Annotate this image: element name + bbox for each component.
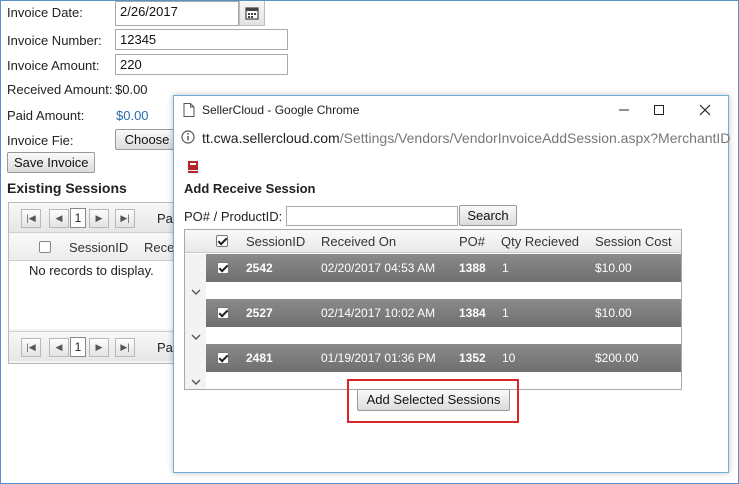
next-page-button[interactable]: ▶ (89, 209, 109, 228)
invoice-amount-input[interactable]: 220 (115, 54, 288, 75)
existing-grid-header: SessionID Recei (9, 233, 181, 261)
table-row[interactable]: 2481 01/19/2017 01:36 PM 1352 10 $200.00 (185, 344, 681, 389)
page-logo-icon (187, 160, 199, 174)
cell-session-id: 2542 (246, 261, 273, 275)
minimize-icon (619, 109, 629, 111)
invoice-date-input[interactable]: 2/26/2017 (115, 1, 239, 26)
expand-row-button[interactable] (185, 299, 206, 344)
last-page-button[interactable]: ▶| (115, 338, 135, 357)
row-checkbox[interactable] (217, 307, 229, 319)
select-all-checkbox[interactable] (39, 241, 51, 253)
page-number[interactable]: 1 (70, 337, 86, 357)
invoice-date-label: Invoice Date: (7, 5, 83, 20)
col-received-on[interactable]: Received On (321, 234, 396, 249)
paid-amount-value: $0.00 (116, 108, 149, 123)
address-bar[interactable]: tt.cwa.sellercloud.com/Settings/Vendors/… (174, 126, 730, 148)
cell-cost: $10.00 (595, 306, 632, 320)
page-label: Pa (157, 340, 173, 355)
top-pager: |◀ ◀ 1 ▶ ▶| Pa (9, 203, 181, 233)
col-po[interactable]: PO# (459, 234, 485, 249)
last-page-button[interactable]: ▶| (115, 209, 135, 228)
no-records-text: No records to display. (29, 263, 154, 278)
cell-session-id: 2481 (246, 351, 273, 365)
popup-titlebar[interactable]: SellerCloud - Google Chrome (174, 96, 728, 124)
col-qty-received[interactable]: Qty Recieved (501, 234, 579, 249)
calendar-button[interactable] (239, 0, 265, 26)
page-label: Pa (157, 211, 173, 226)
expand-row-button[interactable] (185, 254, 206, 299)
invoice-amount-label: Invoice Amount: (7, 58, 100, 73)
chevron-down-icon (191, 289, 200, 295)
maximize-icon (654, 105, 664, 115)
table-row[interactable]: 2542 02/20/2017 04:53 AM 1388 1 $10.00 (185, 254, 681, 299)
received-amount-value: $0.00 (115, 82, 148, 97)
close-icon (699, 104, 711, 116)
row-bar: 2527 02/14/2017 10:02 AM 1384 1 $10.00 (206, 299, 681, 327)
first-page-button[interactable]: |◀ (21, 338, 41, 357)
existing-sessions-heading: Existing Sessions (7, 180, 127, 196)
cell-po[interactable]: 1388 (459, 261, 486, 275)
choose-file-button[interactable]: Choose (115, 129, 179, 150)
cell-qty: 1 (502, 261, 509, 275)
row-checkbox[interactable] (217, 352, 229, 364)
cell-received-on: 01/19/2017 01:36 PM (321, 351, 436, 365)
paid-amount-label: Paid Amount: (7, 108, 85, 123)
first-page-button[interactable]: |◀ (21, 209, 41, 228)
received-amount-label: Received Amount: (7, 82, 113, 97)
select-all-checkbox[interactable] (216, 235, 228, 247)
col-session-id[interactable]: SessionID (246, 234, 305, 249)
receive-grid-header: SessionID Received On PO# Qty Recieved S… (185, 230, 681, 253)
add-receive-session-heading: Add Receive Session (184, 181, 316, 196)
cell-cost: $200.00 (595, 351, 639, 365)
search-label: PO# / ProductID: (184, 209, 283, 224)
cell-session-id: 2527 (246, 306, 273, 320)
next-page-button[interactable]: ▶ (89, 338, 109, 357)
row-bar: 2542 02/20/2017 04:53 AM 1388 1 $10.00 (206, 254, 681, 282)
cell-received-on: 02/14/2017 10:02 AM (321, 306, 436, 320)
close-window-button[interactable] (690, 100, 720, 120)
cell-cost: $10.00 (595, 261, 632, 275)
highlight-box (347, 379, 519, 423)
url-text[interactable]: tt.cwa.sellercloud.com/Settings/Vendors/… (202, 130, 730, 146)
page-icon (183, 103, 195, 117)
minimize-button[interactable] (609, 100, 639, 120)
popup-title: SellerCloud - Google Chrome (202, 103, 360, 117)
row-detail-gap (206, 282, 681, 299)
grid-empty-area: No records to display. (9, 261, 181, 329)
receive-sessions-grid: SessionID Received On PO# Qty Recieved S… (184, 229, 682, 390)
col-session-id[interactable]: SessionID (69, 240, 128, 255)
cell-po[interactable]: 1352 (459, 351, 486, 365)
cell-qty: 1 (502, 306, 509, 320)
bottom-pager: |◀ ◀ 1 ▶ ▶| Pa (9, 331, 181, 361)
expand-row-button[interactable] (185, 344, 206, 389)
chevron-down-icon (191, 379, 200, 385)
page-number[interactable]: 1 (70, 208, 86, 228)
prev-page-button[interactable]: ◀ (49, 209, 69, 228)
row-detail-gap (206, 327, 681, 344)
table-row[interactable]: 2527 02/14/2017 10:02 AM 1384 1 $10.00 (185, 299, 681, 344)
invoice-file-label: Invoice Fie: (7, 133, 74, 148)
url-host: tt.cwa.sellercloud.com (202, 130, 340, 146)
col-session-cost[interactable]: Session Cost (595, 234, 672, 249)
invoice-number-input[interactable]: 12345 (115, 29, 288, 50)
cell-received-on: 02/20/2017 04:53 AM (321, 261, 436, 275)
row-checkbox[interactable] (217, 262, 229, 274)
row-bar: 2481 01/19/2017 01:36 PM 1352 10 $200.00 (206, 344, 681, 372)
chevron-down-icon (191, 334, 200, 340)
calendar-icon (245, 7, 259, 20)
invoice-number-label: Invoice Number: (7, 33, 102, 48)
url-path: /Settings/Vendors/VendorInvoiceAddSessio… (339, 130, 731, 146)
cell-po[interactable]: 1384 (459, 306, 486, 320)
search-button[interactable]: Search (459, 205, 517, 226)
info-icon (181, 130, 195, 144)
save-invoice-button[interactable]: Save Invoice (7, 152, 96, 173)
existing-sessions-grid: |◀ ◀ 1 ▶ ▶| Pa SessionID Recei No record… (8, 202, 181, 364)
po-search-input[interactable] (286, 206, 458, 226)
prev-page-button[interactable]: ◀ (49, 338, 69, 357)
maximize-button[interactable] (644, 100, 674, 120)
cell-qty: 10 (502, 351, 516, 365)
